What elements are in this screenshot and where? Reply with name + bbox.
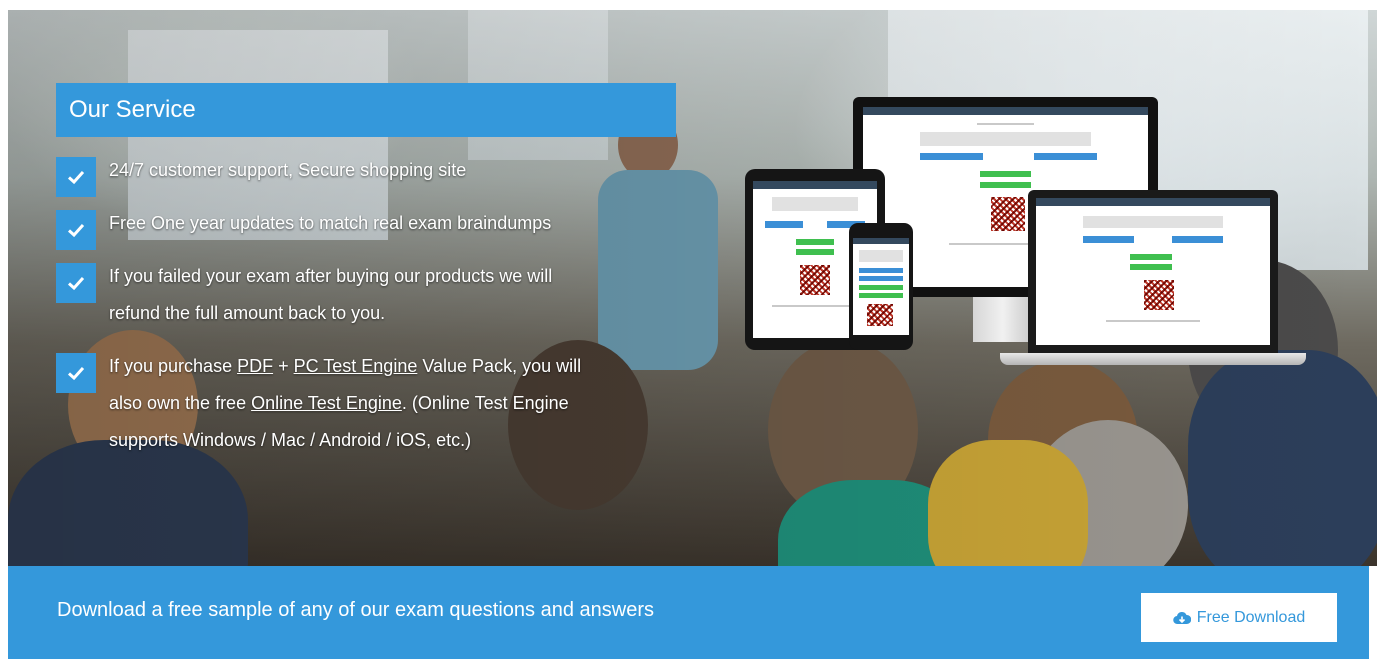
devices-illustration [745,97,1306,367]
service-item: If you failed your exam after buying our… [56,258,696,332]
download-banner: Download a free sample of any of our exa… [8,566,1369,659]
online-test-engine-link[interactable]: Online Test Engine [251,393,402,413]
service-item-text: . (Online Test Engine [401,393,569,413]
cloud-download-icon [1173,611,1191,624]
pc-test-engine-link[interactable]: PC Test Engine [294,356,418,376]
service-item-text: 24/7 customer support, Secure shopping s… [109,160,467,180]
free-download-button[interactable]: Free Download [1141,593,1337,642]
monitor-stand [973,297,1033,342]
service-item-text: + [273,356,294,376]
phone-screen [853,238,909,335]
service-item-text: also own the free [109,393,252,413]
pdf-link[interactable]: PDF [237,356,273,376]
service-title: Our Service [56,83,676,137]
laptop-device [1028,190,1278,353]
download-text: Download a free sample of any of our exa… [57,599,655,621]
service-item-text: Value Pack, you will [417,356,582,376]
check-icon [56,353,96,393]
service-item: If you purchase PDF + PC Test Engine Val… [56,348,696,459]
service-item-text: If you purchase [109,356,238,376]
service-item: 24/7 customer support, Secure shopping s… [56,152,696,197]
phone-device [849,223,913,350]
service-item-text: supports Windows / Mac / Android / iOS, … [109,430,472,450]
laptop-base [1000,353,1306,365]
service-item-text: If you failed your exam after buying our… [109,266,553,286]
service-item: Free One year updates to match real exam… [56,205,696,250]
free-download-label: Free Download [1196,608,1306,626]
check-icon [56,157,96,197]
check-icon [56,263,96,303]
laptop-screen [1036,198,1270,345]
service-item-text: Free One year updates to match real exam… [109,213,552,233]
service-item-text: refund the full amount back to you. [109,303,386,323]
check-icon [56,210,96,250]
service-list: 24/7 customer support, Secure shopping s… [56,152,696,475]
